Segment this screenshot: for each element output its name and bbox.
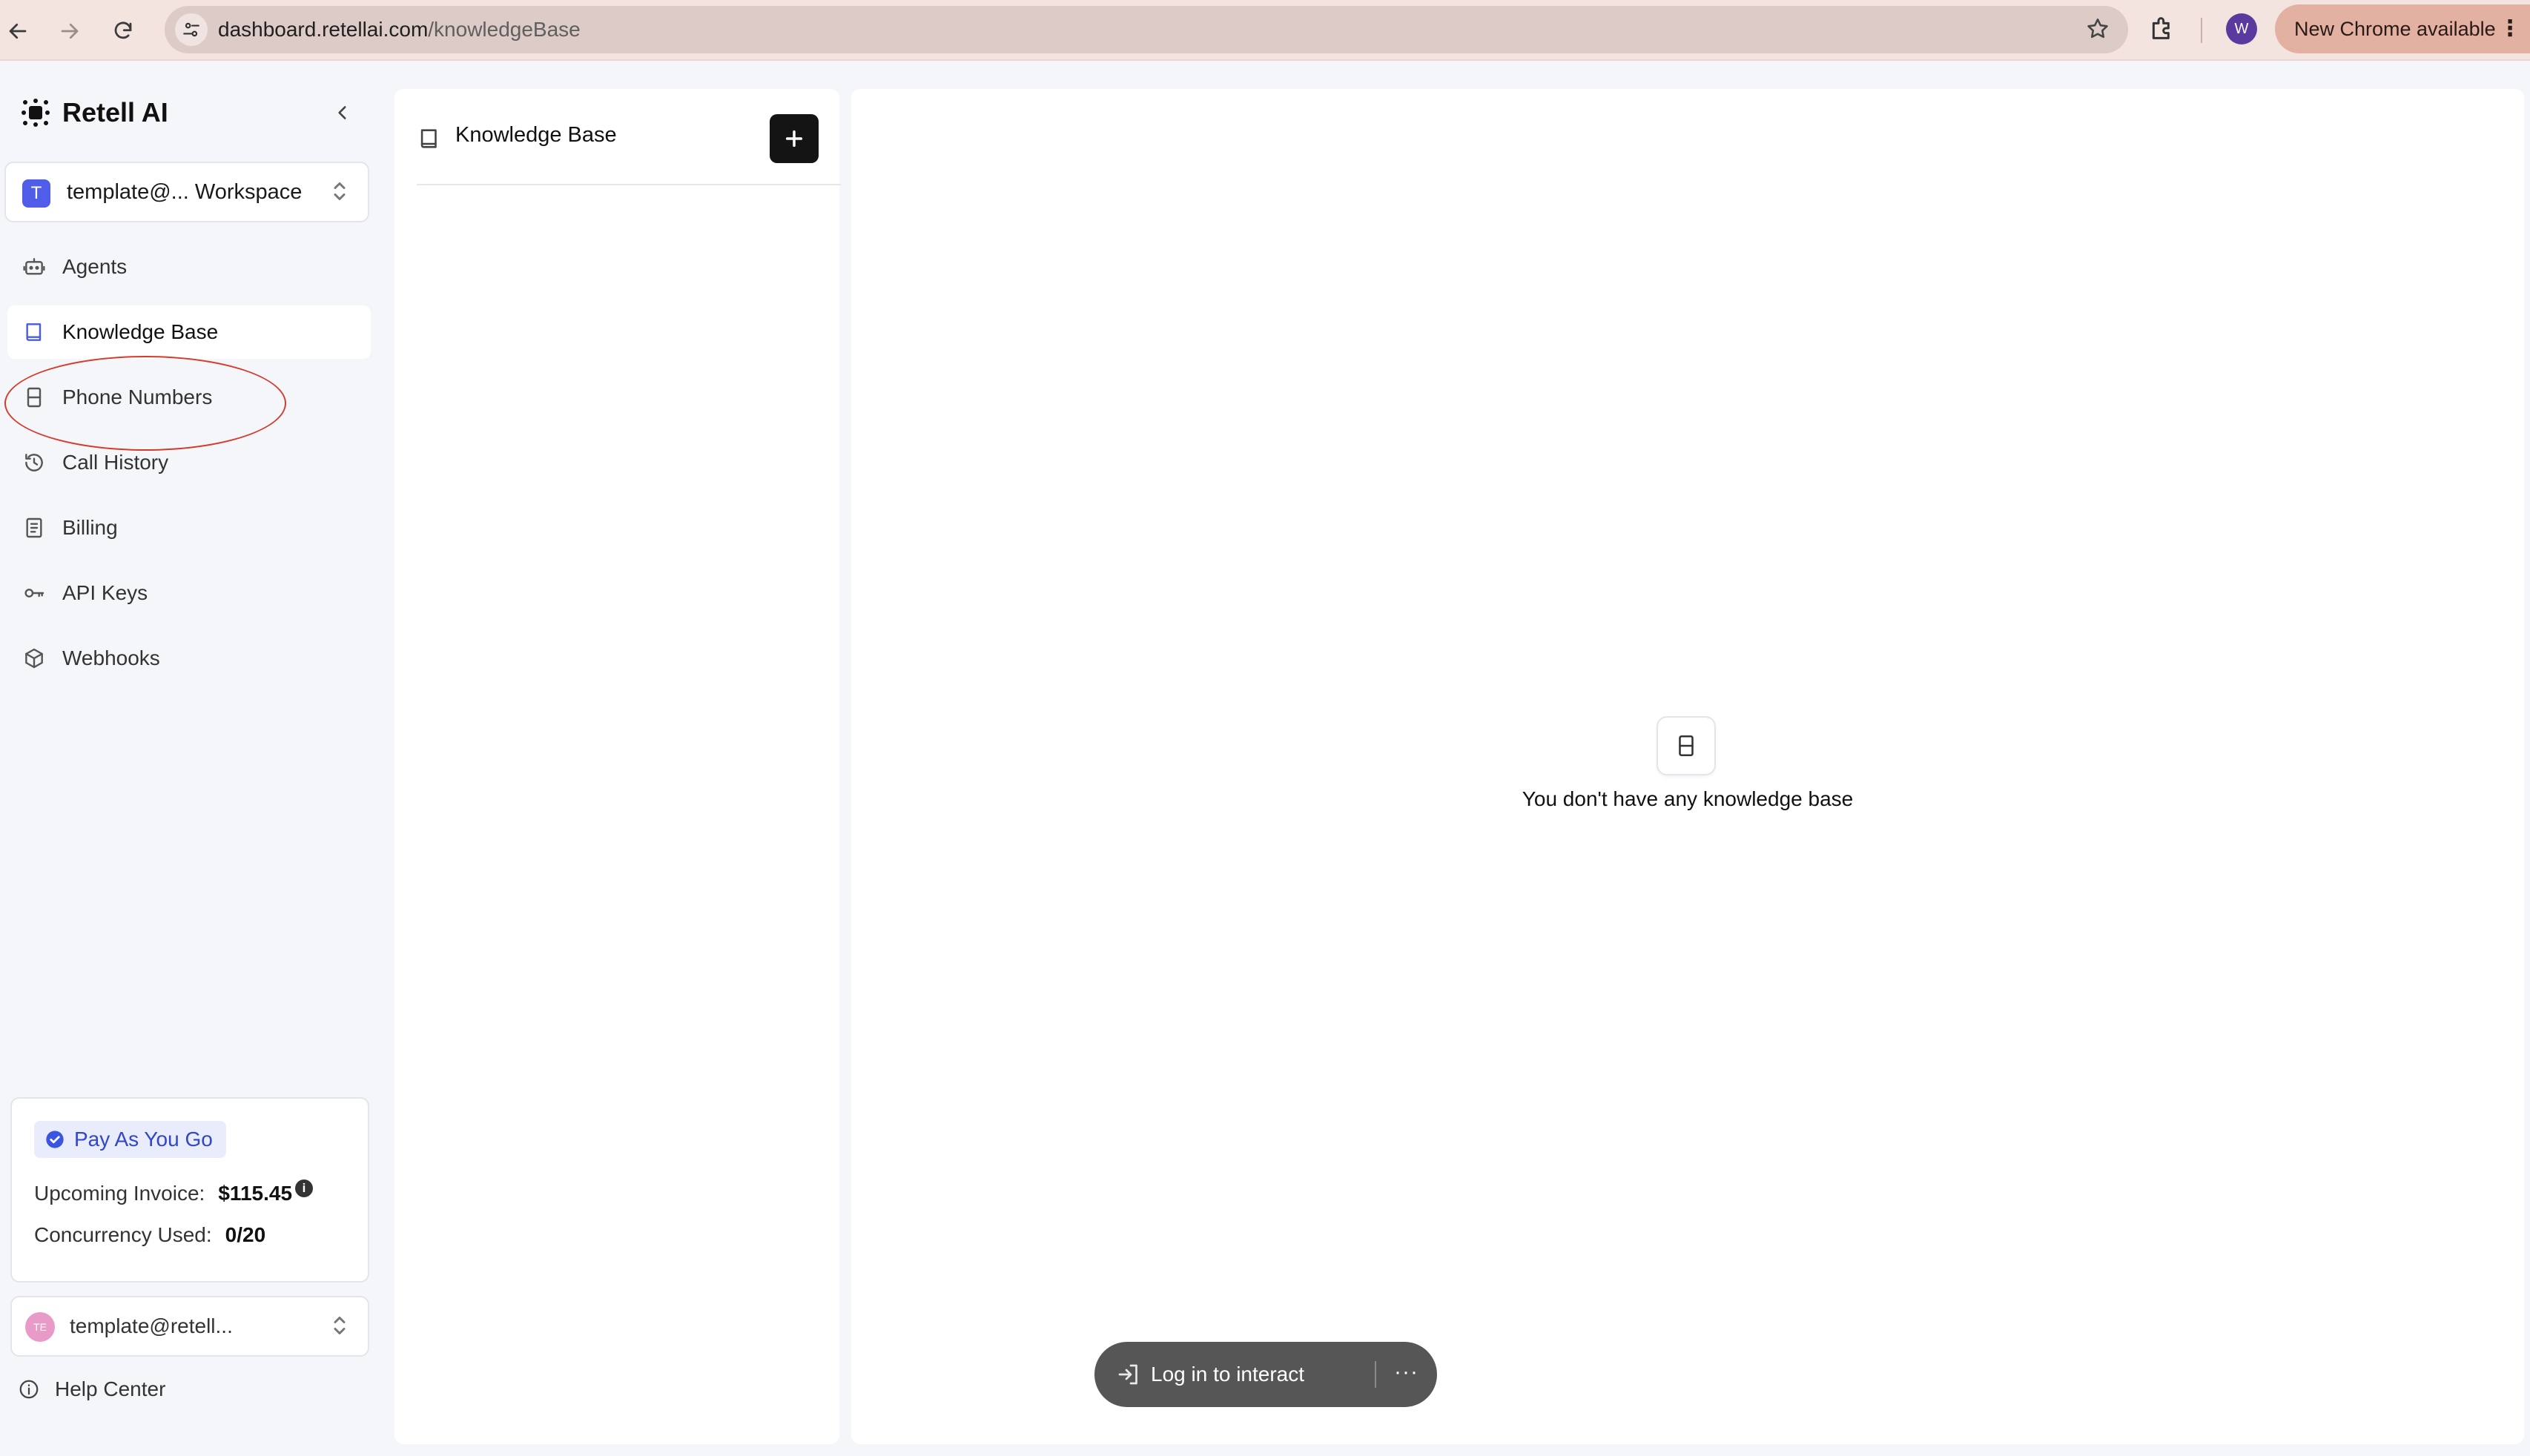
robot-icon bbox=[23, 258, 45, 275]
concurrency-row: Concurrency Used: 0/20 bbox=[34, 1223, 265, 1247]
login-to-interact-bar[interactable]: Log in to interact ··· bbox=[1094, 1342, 1437, 1407]
pill-divider bbox=[1375, 1361, 1376, 1388]
retell-logo-icon bbox=[22, 99, 50, 127]
login-icon bbox=[1118, 1364, 1137, 1385]
star-icon bbox=[2087, 18, 2108, 39]
kb-panel-header: Knowledge Base bbox=[417, 111, 841, 185]
back-button[interactable] bbox=[1, 15, 34, 47]
book-icon bbox=[420, 129, 437, 148]
toolbar-divider bbox=[2201, 18, 2202, 43]
workspace-avatar: T bbox=[22, 179, 50, 208]
brand-name: Retell AI bbox=[62, 97, 168, 128]
sidebar-item-label: Webhooks bbox=[62, 646, 160, 669]
add-knowledge-base-button[interactable] bbox=[770, 114, 819, 163]
empty-state-icon-box bbox=[1657, 716, 1716, 775]
reload-button[interactable] bbox=[107, 15, 139, 47]
url-text: dashboard.retellai.com/knowledgeBase bbox=[218, 6, 581, 53]
sidebar-item-knowledge-base[interactable]: Knowledge Base bbox=[7, 305, 371, 359]
bookmark-button[interactable] bbox=[2085, 16, 2110, 42]
user-email: template@retell... bbox=[70, 1314, 233, 1337]
address-bar[interactable]: dashboard.retellai.com/knowledgeBase bbox=[165, 6, 2128, 53]
info-circle-icon bbox=[19, 1380, 39, 1399]
sidebar: Retell AI T template@... Workspace Agent… bbox=[0, 62, 386, 1456]
url-host: dashboard.retellai.com bbox=[218, 18, 429, 41]
sidebar-item-webhooks[interactable]: Webhooks bbox=[7, 632, 371, 685]
forward-button[interactable] bbox=[53, 15, 86, 47]
book-icon bbox=[26, 323, 42, 341]
info-icon[interactable]: i bbox=[295, 1179, 314, 1197]
sidebar-item-api-keys[interactable]: API Keys bbox=[7, 566, 371, 620]
plan-badge[interactable]: Pay As You Go bbox=[34, 1121, 226, 1158]
kb-panel-title: Knowledge Base bbox=[455, 123, 617, 147]
puzzle-icon bbox=[2152, 17, 2170, 39]
key-icon bbox=[24, 589, 44, 598]
plus-icon bbox=[785, 130, 803, 148]
arrow-right-icon bbox=[61, 23, 79, 39]
collapse-sidebar-button[interactable] bbox=[329, 99, 356, 126]
phone-icon bbox=[27, 387, 42, 408]
upcoming-invoice-row: Upcoming Invoice: $115.45 i bbox=[34, 1179, 314, 1205]
plan-card: Pay As You Go Upcoming Invoice: $115.45 … bbox=[10, 1097, 369, 1283]
chevron-up-down-icon bbox=[334, 1317, 346, 1334]
sidebar-item-label: Knowledge Base bbox=[62, 320, 219, 343]
url-path: /knowledgeBase bbox=[428, 18, 581, 41]
login-label: Log in to interact bbox=[1151, 1363, 1305, 1386]
sidebar-item-label: Phone Numbers bbox=[62, 385, 213, 408]
knowledge-base-list-panel: Knowledge Base bbox=[394, 89, 841, 1444]
sidebar-item-label: Agents bbox=[62, 255, 128, 278]
invoice-value: $115.45 bbox=[218, 1182, 293, 1205]
tune-icon bbox=[183, 22, 199, 37]
workspace-name: template@... Workspace bbox=[67, 180, 303, 204]
update-chrome-button[interactable]: New Chrome available ⋮ bbox=[2275, 4, 2530, 53]
sidebar-item-billing[interactable]: Billing bbox=[7, 501, 371, 555]
extensions-button[interactable] bbox=[2147, 13, 2177, 43]
sidebar-item-call-history[interactable]: Call History bbox=[7, 436, 371, 489]
chrome-menu-icon[interactable]: ⋮ bbox=[2499, 4, 2521, 53]
invoice-label: Upcoming Invoice: bbox=[34, 1182, 205, 1205]
webhook-icon bbox=[25, 648, 43, 669]
empty-state-message: You don't have any knowledge base bbox=[1522, 787, 1854, 810]
more-options-button[interactable]: ··· bbox=[1394, 1342, 1418, 1403]
chevron-up-down-icon bbox=[334, 182, 346, 200]
brand[interactable]: Retell AI bbox=[19, 96, 168, 129]
arrow-left-icon bbox=[9, 23, 27, 39]
sidebar-item-agents[interactable]: Agents bbox=[7, 240, 371, 294]
reload-icon bbox=[114, 21, 132, 39]
sidebar-item-phone-numbers[interactable]: Phone Numbers bbox=[7, 371, 371, 424]
chevron-left-icon bbox=[338, 106, 346, 119]
concurrency-value: 0/20 bbox=[225, 1223, 266, 1246]
phone-icon bbox=[1679, 735, 1694, 757]
user-switcher[interactable]: TE template@retell... bbox=[10, 1296, 369, 1357]
receipt-icon bbox=[26, 517, 42, 538]
plan-badge-label: Pay As You Go bbox=[74, 1128, 213, 1151]
help-center-link[interactable]: Help Center bbox=[18, 1377, 165, 1401]
help-center-label: Help Center bbox=[55, 1377, 166, 1400]
main-content: You don't have any knowledge base bbox=[851, 89, 2524, 1444]
sidebar-item-label: API Keys bbox=[62, 581, 148, 604]
sidebar-item-label: Call History bbox=[62, 451, 169, 474]
workspace-switcher[interactable]: T template@... Workspace bbox=[4, 162, 369, 222]
update-chrome-label: New Chrome available bbox=[2294, 18, 2496, 40]
browser-toolbar: dashboard.retellai.com/knowledgeBase W N… bbox=[0, 0, 2530, 61]
profile-avatar[interactable]: W bbox=[2226, 13, 2257, 44]
concurrency-label: Concurrency Used: bbox=[34, 1223, 212, 1246]
site-settings-button[interactable] bbox=[175, 13, 208, 46]
check-circle-icon bbox=[46, 1131, 64, 1148]
history-icon bbox=[25, 454, 43, 471]
user-avatar: TE bbox=[25, 1312, 55, 1342]
sidebar-item-label: Billing bbox=[62, 516, 118, 539]
